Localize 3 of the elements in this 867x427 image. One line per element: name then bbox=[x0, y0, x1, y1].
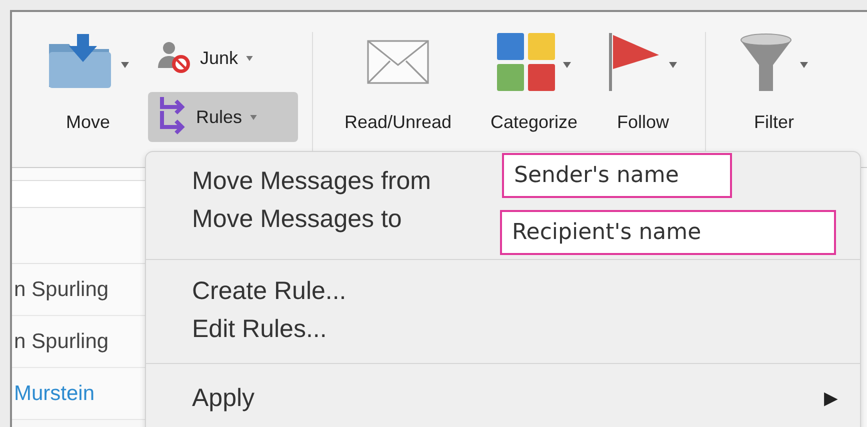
submenu-arrow: ▶ bbox=[824, 387, 838, 409]
callout-box: Sender's name bbox=[502, 153, 732, 198]
callout-box: Recipient's name bbox=[500, 210, 836, 255]
